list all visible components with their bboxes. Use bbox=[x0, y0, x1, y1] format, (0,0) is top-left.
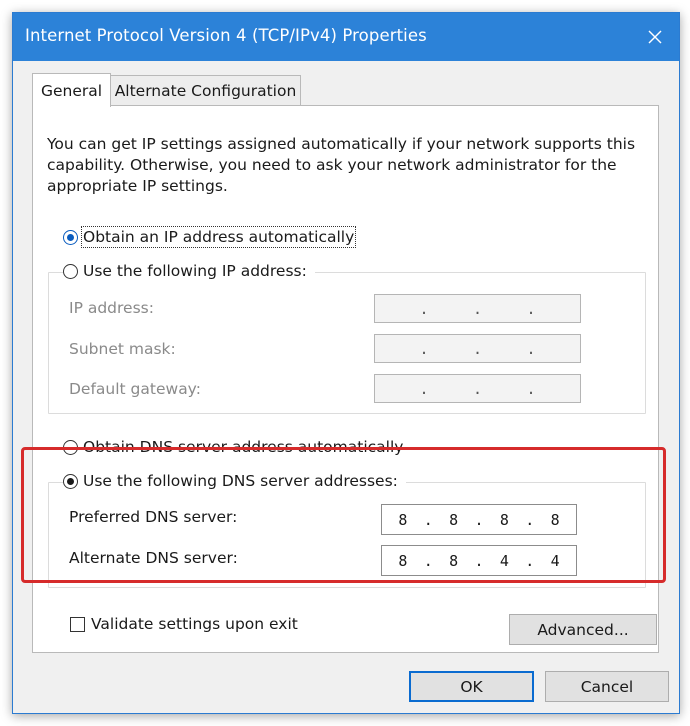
ok-button[interactable]: OK bbox=[409, 671, 534, 702]
window-title: Internet Protocol Version 4 (TCP/IPv4) P… bbox=[25, 26, 427, 45]
radio-unselected-icon bbox=[63, 263, 78, 279]
tab-general-label: General bbox=[40, 81, 103, 100]
validate-settings-label: Validate settings upon exit bbox=[91, 615, 298, 633]
close-button[interactable] bbox=[631, 13, 679, 61]
preferred-dns-label: Preferred DNS server: bbox=[69, 508, 238, 526]
default-gateway-field[interactable]: ... bbox=[374, 374, 581, 403]
radio-unselected-icon bbox=[63, 439, 78, 455]
cancel-button[interactable]: Cancel bbox=[545, 671, 669, 702]
radio-selected-icon bbox=[63, 473, 78, 489]
tab-general[interactable]: General bbox=[32, 73, 111, 107]
ip-address-field[interactable]: ... bbox=[374, 294, 581, 323]
cancel-button-label: Cancel bbox=[580, 677, 634, 696]
preferred-dns-field[interactable]: 8. 8. 8. 8 bbox=[381, 504, 577, 535]
obtain-dns-auto-radio[interactable]: Obtain DNS server address automatically bbox=[63, 438, 404, 456]
alternate-dns-field[interactable]: 8. 8. 4. 4 bbox=[381, 545, 577, 576]
use-following-dns-radio[interactable]: Use the following DNS server addresses: bbox=[63, 472, 406, 490]
use-following-ip-radio[interactable]: Use the following IP address: bbox=[63, 262, 315, 280]
alternate-dns-octet-3: 4 bbox=[499, 551, 509, 570]
advanced-button-label: Advanced... bbox=[537, 620, 629, 639]
close-icon bbox=[648, 30, 662, 44]
validate-settings-checkbox[interactable]: Validate settings upon exit bbox=[70, 615, 298, 633]
title-bar[interactable]: Internet Protocol Version 4 (TCP/IPv4) P… bbox=[13, 13, 679, 61]
preferred-dns-octet-1: 8 bbox=[398, 510, 408, 529]
ipv4-properties-dialog: Internet Protocol Version 4 (TCP/IPv4) P… bbox=[12, 12, 680, 714]
obtain-dns-auto-label: Obtain DNS server address automatically bbox=[83, 438, 404, 456]
subnet-mask-label: Subnet mask: bbox=[69, 340, 176, 358]
advanced-button[interactable]: Advanced... bbox=[509, 614, 657, 645]
obtain-ip-auto-radio[interactable]: Obtain an IP address automatically bbox=[63, 226, 357, 248]
tab-alternate-label: Alternate Configuration bbox=[114, 82, 297, 100]
alternate-dns-label: Alternate DNS server: bbox=[69, 549, 238, 567]
preferred-dns-octet-3: 8 bbox=[499, 510, 509, 529]
description-text: You can get IP settings assigned automat… bbox=[47, 135, 636, 195]
subnet-mask-field[interactable]: ... bbox=[374, 334, 581, 363]
general-tab-panel: You can get IP settings assigned automat… bbox=[32, 105, 659, 653]
ip-address-label: IP address: bbox=[69, 299, 154, 317]
ok-button-label: OK bbox=[460, 677, 483, 696]
alternate-dns-octet-1: 8 bbox=[398, 551, 408, 570]
default-gateway-label: Default gateway: bbox=[69, 380, 201, 398]
preferred-dns-octet-4: 8 bbox=[550, 510, 560, 529]
radio-selected-icon bbox=[63, 229, 78, 245]
use-following-dns-label: Use the following DNS server addresses: bbox=[83, 472, 398, 490]
alternate-dns-octet-4: 4 bbox=[550, 551, 560, 570]
checkbox-unchecked-icon bbox=[70, 616, 85, 632]
preferred-dns-octet-2: 8 bbox=[449, 510, 459, 529]
obtain-ip-auto-label: Obtain an IP address automatically bbox=[80, 226, 357, 248]
tab-alternate-configuration[interactable]: Alternate Configuration bbox=[110, 75, 301, 106]
alternate-dns-octet-2: 8 bbox=[449, 551, 459, 570]
use-following-ip-label: Use the following IP address: bbox=[83, 262, 307, 280]
